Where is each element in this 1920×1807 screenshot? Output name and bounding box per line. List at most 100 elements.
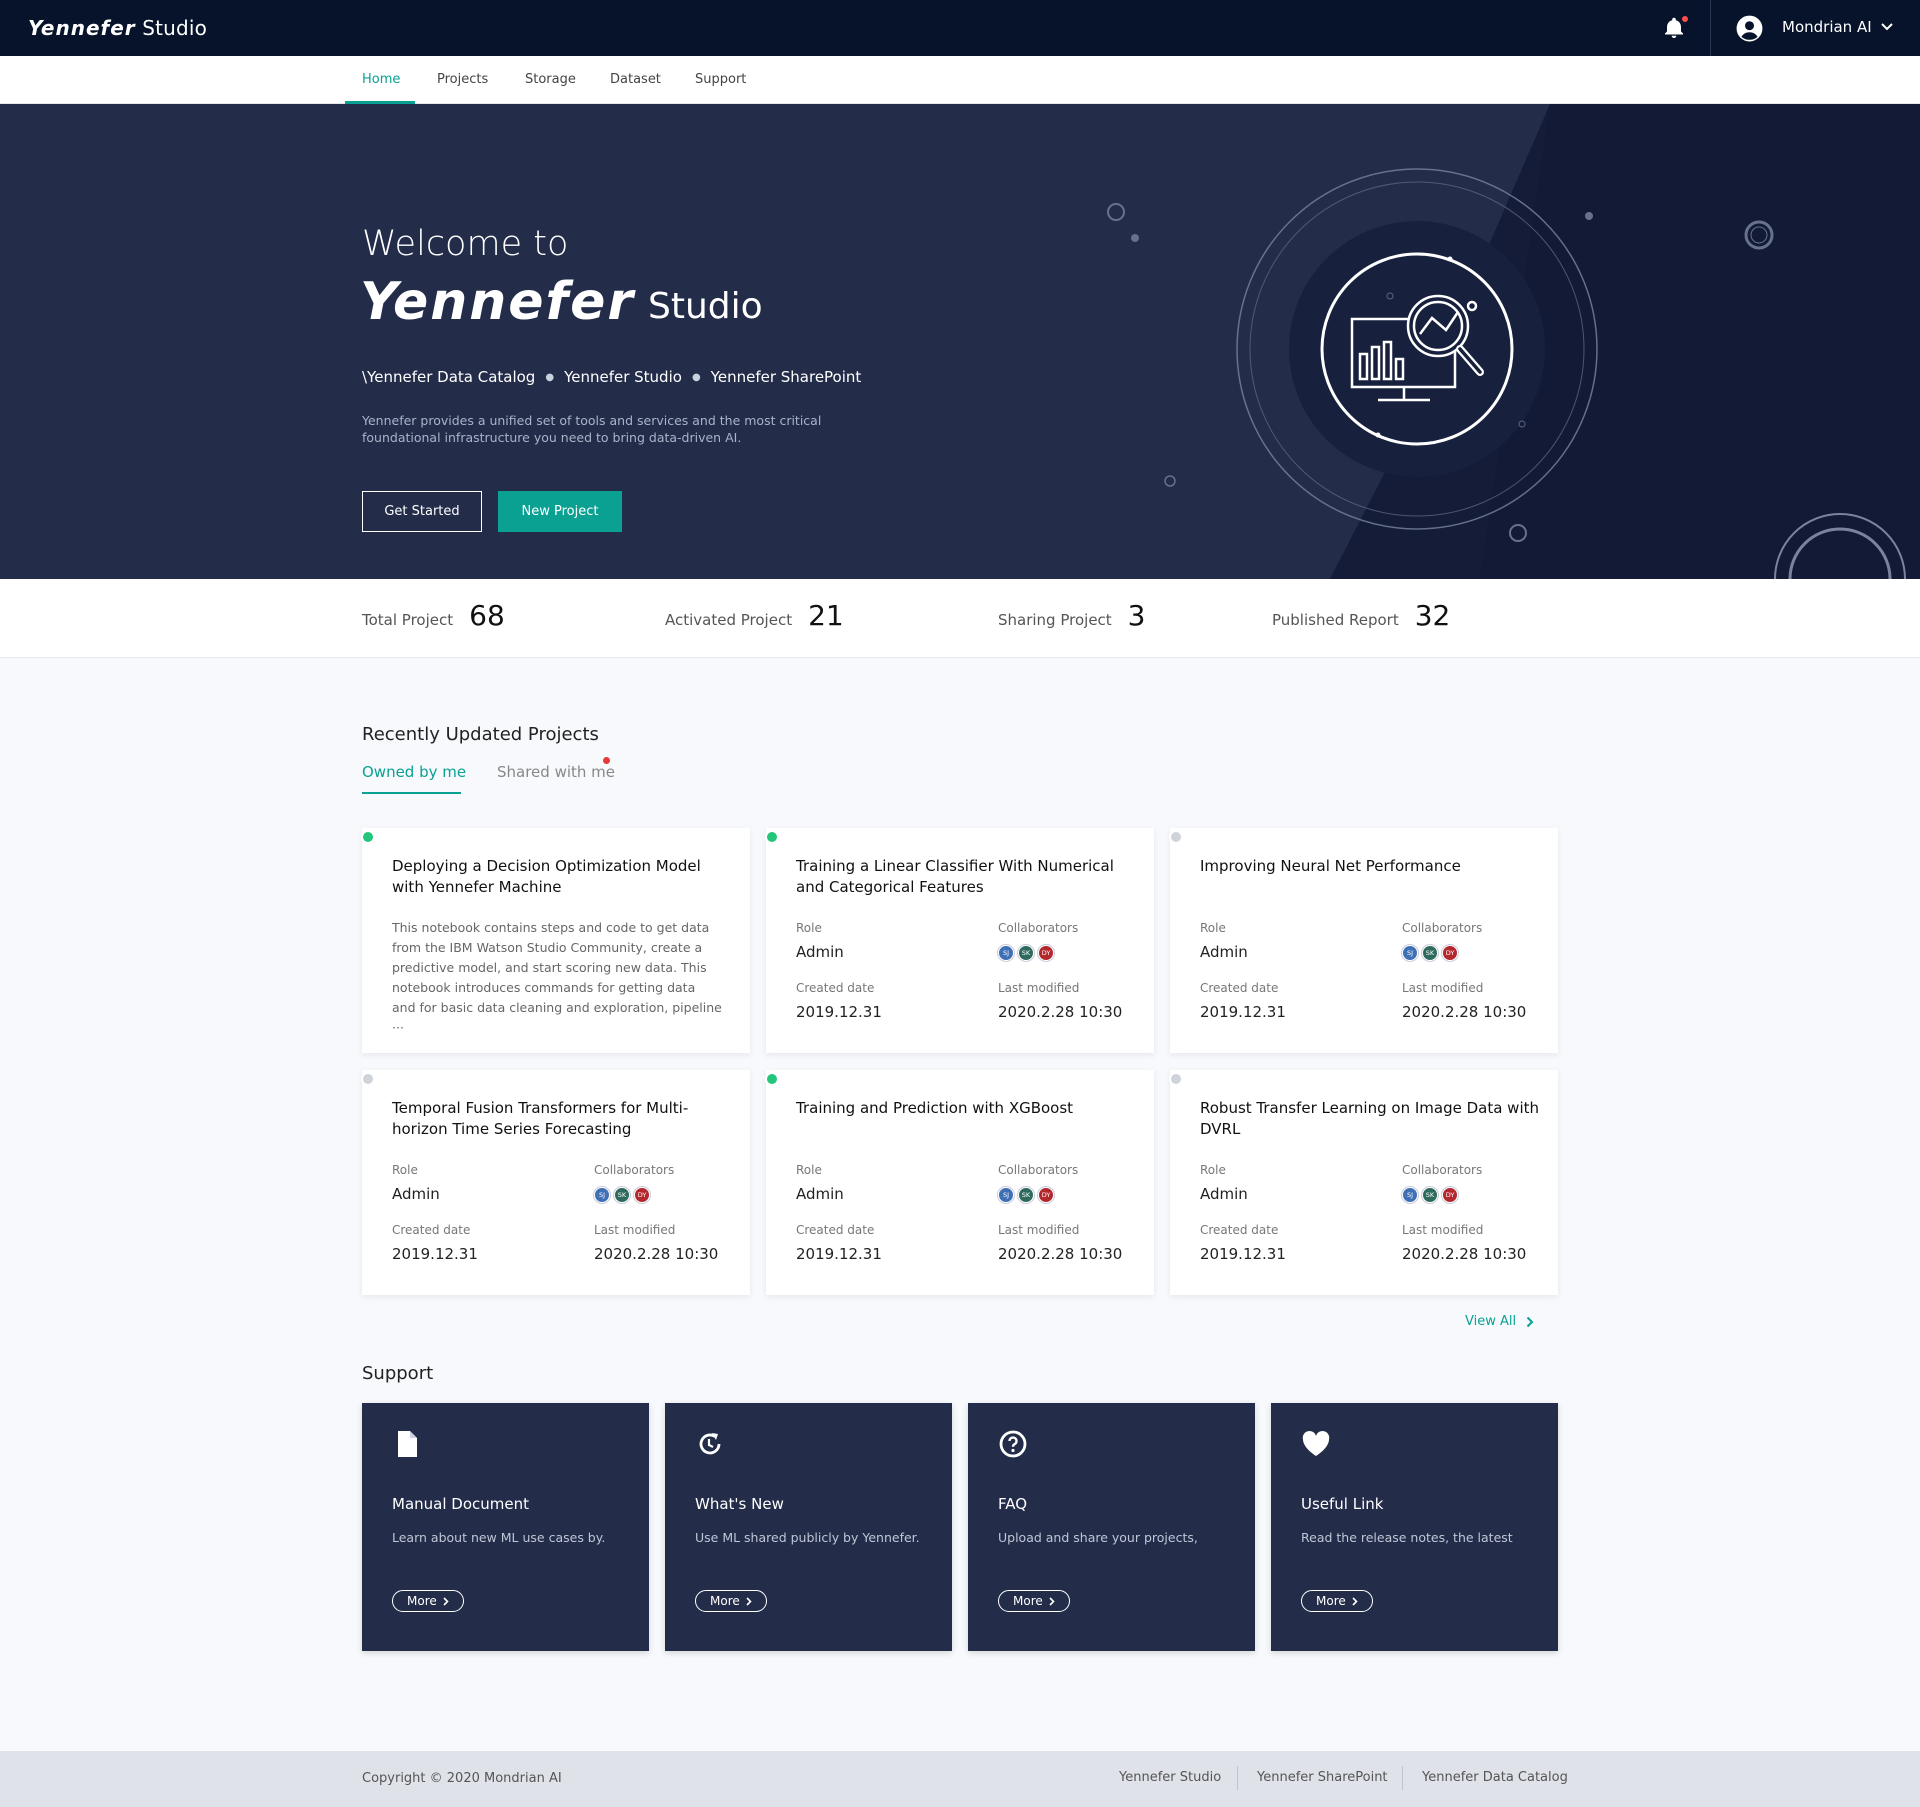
hero-link-sharepoint[interactable]: Yennefer SharePoint xyxy=(711,368,862,386)
project-description: This notebook contains steps and code to… xyxy=(392,920,722,1035)
hero-product-links: \Yennefer Data Catalog ● Yennefer Studio… xyxy=(362,368,861,386)
refresh-icon xyxy=(699,1433,721,1455)
avatar[interactable]: SJ xyxy=(998,945,1014,961)
get-started-button[interactable]: Get Started xyxy=(362,491,482,532)
support-card-faq[interactable]: FAQ Upload and share your projects, More xyxy=(968,1403,1255,1651)
avatar[interactable]: SK xyxy=(614,1187,630,1203)
tab-dataset[interactable]: Dataset xyxy=(610,72,661,87)
stat-published-report: Published Report 32 xyxy=(1272,599,1450,632)
project-card[interactable]: Robust Transfer Learning on Image Data w… xyxy=(1169,1070,1558,1295)
role-label: Role xyxy=(796,1163,822,1177)
avatar[interactable]: DY xyxy=(1038,1187,1054,1203)
view-all-link[interactable]: View All xyxy=(1465,1314,1534,1329)
footer-divider xyxy=(1237,1766,1238,1790)
more-button[interactable]: More xyxy=(1301,1590,1373,1612)
footer-link-sharepoint[interactable]: Yennefer SharePoint xyxy=(1257,1770,1388,1785)
notification-dot xyxy=(1682,16,1688,22)
support-card-description: Read the release notes, the latest xyxy=(1301,1530,1513,1545)
main-nav: Home Projects Storage Dataset Support xyxy=(0,56,1920,104)
last-modified-value: 2020.2.28 10:30 xyxy=(998,1003,1123,1021)
chevron-right-icon xyxy=(443,1596,449,1606)
heart-icon xyxy=(1302,1431,1330,1456)
app-logo[interactable]: Yennefer Studio xyxy=(28,16,207,40)
top-bar: Yennefer Studio Mondrian AI xyxy=(0,0,1920,56)
hero-link-data-catalog[interactable]: \Yennefer Data Catalog xyxy=(362,368,535,386)
footer-link-data-catalog[interactable]: Yennefer Data Catalog xyxy=(1422,1770,1568,1785)
collaborator-avatars: SJ SK DY xyxy=(594,1187,650,1203)
created-date-value: 2019.12.31 xyxy=(392,1245,478,1263)
status-dot-inactive xyxy=(361,1072,375,1086)
collaborator-avatars: SJ SK DY xyxy=(1402,945,1458,961)
new-project-button[interactable]: New Project xyxy=(498,491,622,532)
avatar[interactable]: DY xyxy=(1038,945,1054,961)
footer-divider xyxy=(1402,1766,1403,1790)
stat-sharing-project: Sharing Project 3 xyxy=(998,599,1146,632)
last-modified-label: Last modified xyxy=(1402,981,1484,995)
project-card[interactable]: Training and Prediction with XGBoost Rol… xyxy=(765,1070,1154,1295)
role-label: Role xyxy=(1200,921,1226,935)
collaborators-label: Collaborators xyxy=(1402,1163,1483,1177)
more-button[interactable]: More xyxy=(695,1590,767,1612)
chevron-right-icon xyxy=(746,1596,752,1606)
tab-projects[interactable]: Projects xyxy=(437,72,488,87)
hero-banner: Welcome to Yennefer Studio \Yennefer Dat… xyxy=(0,104,1920,579)
project-card[interactable]: Training a Linear Classifier With Numeri… xyxy=(765,828,1154,1053)
project-title[interactable]: Deploying a Decision Optimization Model … xyxy=(392,856,732,898)
avatar[interactable]: DY xyxy=(1442,1187,1458,1203)
tab-storage[interactable]: Storage xyxy=(525,72,576,87)
hero-link-studio[interactable]: Yennefer Studio xyxy=(564,368,682,386)
role-label: Role xyxy=(796,921,822,935)
avatar[interactable]: SK xyxy=(1422,945,1438,961)
project-card[interactable]: Improving Neural Net Performance Role Ad… xyxy=(1169,828,1558,1053)
support-card-useful-link[interactable]: Useful Link Read the release notes, the … xyxy=(1271,1403,1558,1651)
avatar[interactable]: SK xyxy=(1422,1187,1438,1203)
created-date-value: 2019.12.31 xyxy=(796,1245,882,1263)
last-modified-label: Last modified xyxy=(998,981,1080,995)
project-title[interactable]: Training and Prediction with XGBoost xyxy=(796,1098,1136,1119)
support-card-manual[interactable]: Manual Document Learn about new ML use c… xyxy=(362,1403,649,1651)
avatar[interactable]: SJ xyxy=(594,1187,610,1203)
avatar[interactable]: DY xyxy=(1442,945,1458,961)
topbar-divider xyxy=(1710,0,1711,56)
tab-owned-by-me[interactable]: Owned by me xyxy=(362,763,466,781)
more-button[interactable]: More xyxy=(998,1590,1070,1612)
support-card-title: What's New xyxy=(695,1495,784,1513)
support-card-whats-new[interactable]: What's New Use ML shared publicly by Yen… xyxy=(665,1403,952,1651)
avatar[interactable]: SK xyxy=(1018,945,1034,961)
created-date-label: Created date xyxy=(796,1223,875,1237)
project-card[interactable]: Temporal Fusion Transformers for Multi-h… xyxy=(361,1070,750,1295)
project-card[interactable]: Deploying a Decision Optimization Model … xyxy=(361,828,750,1053)
avatar[interactable]: DY xyxy=(634,1187,650,1203)
tab-support[interactable]: Support xyxy=(695,72,746,87)
support-card-title: FAQ xyxy=(998,1495,1028,1513)
user-avatar-icon[interactable] xyxy=(1736,15,1763,42)
avatar[interactable]: SJ xyxy=(998,1187,1014,1203)
more-label: More xyxy=(1013,1594,1043,1608)
created-date-label: Created date xyxy=(1200,1223,1279,1237)
more-button[interactable]: More xyxy=(392,1590,464,1612)
chevron-down-icon[interactable] xyxy=(1880,22,1894,32)
created-date-value: 2019.12.31 xyxy=(1200,1003,1286,1021)
avatar[interactable]: SJ xyxy=(1402,1187,1418,1203)
status-dot-inactive xyxy=(1169,1072,1183,1086)
stat-label: Activated Project xyxy=(665,611,793,629)
project-title[interactable]: Training a Linear Classifier With Numeri… xyxy=(796,856,1136,898)
footer-link-studio[interactable]: Yennefer Studio xyxy=(1119,1770,1221,1785)
stat-label: Sharing Project xyxy=(998,611,1112,629)
status-dot-active xyxy=(765,830,779,844)
support-title: Support xyxy=(362,1363,434,1384)
more-label: More xyxy=(407,1594,437,1608)
recent-projects-title: Recently Updated Projects xyxy=(362,724,599,745)
project-title[interactable]: Robust Transfer Learning on Image Data w… xyxy=(1200,1098,1540,1140)
separator-dot: ● xyxy=(691,371,701,383)
project-title[interactable]: Temporal Fusion Transformers for Multi-h… xyxy=(392,1098,732,1140)
collaborators-label: Collaborators xyxy=(998,1163,1079,1177)
avatar[interactable]: SJ xyxy=(1402,945,1418,961)
project-title[interactable]: Improving Neural Net Performance xyxy=(1200,856,1540,877)
tab-home[interactable]: Home xyxy=(362,72,400,87)
shared-notification-dot xyxy=(603,757,610,764)
user-name[interactable]: Mondrian AI xyxy=(1782,18,1872,36)
role-value: Admin xyxy=(392,1185,440,1203)
avatar[interactable]: SK xyxy=(1018,1187,1034,1203)
tab-shared-with-me[interactable]: Shared with me xyxy=(497,763,615,781)
